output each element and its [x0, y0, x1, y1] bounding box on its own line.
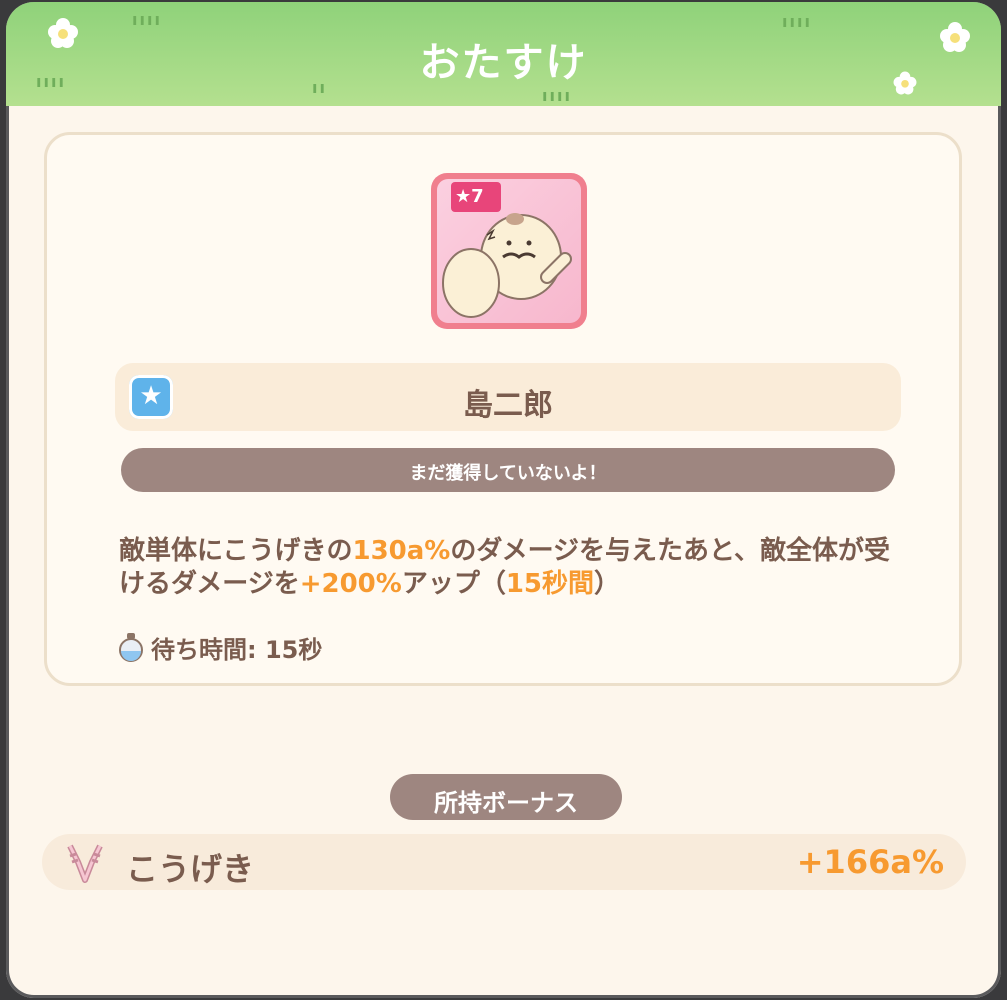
- character-portrait[interactable]: ★7: [431, 173, 587, 329]
- potion-icon: [119, 633, 143, 662]
- bonus-section-title: 所持ボーナス: [390, 774, 622, 820]
- star-icon: ★: [455, 186, 472, 207]
- skill-text: 敵単体にこうげきの: [119, 536, 353, 566]
- grass-decoration: ıııı: [782, 12, 812, 31]
- bonus-row: こうげき +166a%: [42, 834, 966, 890]
- acquisition-status: まだ獲得していないよ！: [409, 463, 607, 484]
- helper-card: ★7 ★ 島二郎 まだ獲得していないよ！ 敵単体にこうげきの130a%のダメージ…: [44, 132, 962, 686]
- skill-text: ）: [594, 569, 621, 599]
- character-image: ★7: [437, 179, 581, 323]
- skill-description: 敵単体にこうげきの130a%のダメージを与えたあと、敵全体が受けるダメージを+2…: [119, 535, 909, 601]
- star-level-badge: ★7: [451, 182, 501, 212]
- wait-time-label: 待ち時間: 15秒: [151, 635, 323, 664]
- wait-time: 待ち時間: 15秒: [117, 629, 322, 665]
- skill-text: アップ（: [401, 569, 506, 599]
- character-name: 島二郎: [463, 388, 553, 423]
- skill-duration-value: 15秒間: [505, 569, 595, 599]
- star-level: 7: [471, 186, 484, 207]
- grass-decoration: ıııı: [132, 10, 162, 29]
- bonus-stat-value: +166a%: [796, 843, 944, 881]
- panel-header: ıııı ıııı ıııı ıııı ıı おたすけ: [6, 2, 1001, 106]
- grass-decoration: ıııı: [542, 86, 572, 105]
- skill-bonus-value: +200%: [299, 569, 402, 599]
- bonus-stat-label: こうげき: [126, 850, 255, 888]
- rescue-panel: ıııı ıııı ıııı ıııı ıı おたすけ ★7 ★ 島二郎 まだ獲…: [6, 2, 1001, 998]
- character-name-bar: ★ 島二郎: [115, 363, 901, 431]
- page-title: おたすけ: [419, 40, 588, 86]
- skill-damage-value: 130a%: [352, 536, 451, 566]
- bonus-title: 所持ボーナス: [434, 789, 578, 817]
- attack-icon: [67, 844, 103, 883]
- status-pill: まだ獲得していないよ！: [121, 448, 895, 492]
